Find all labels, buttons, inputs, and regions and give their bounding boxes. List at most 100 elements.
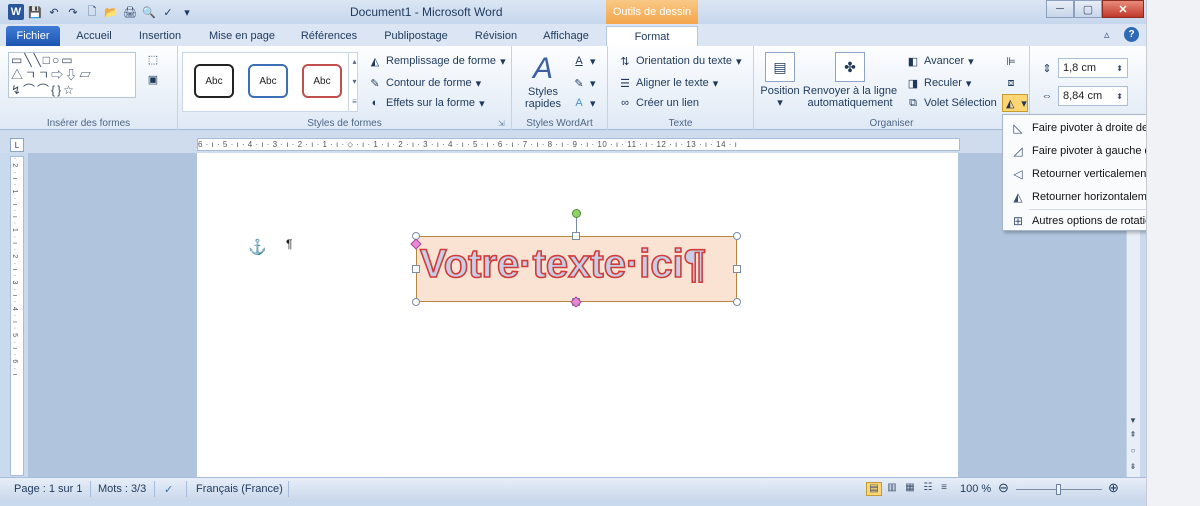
text-group: ⇅ Orientation du texte ▾ ☰ Aligner le text… bbox=[608, 46, 754, 130]
ribbon-tabs: Fichier Accueil Insertion Mise en page R… bbox=[0, 24, 1146, 46]
dialog-launcher-icon[interactable]: ⇲ bbox=[498, 119, 505, 128]
tab-publipostage[interactable]: Publipostage bbox=[376, 26, 456, 46]
scroll-down-button[interactable]: ▼ bbox=[1126, 416, 1140, 428]
link-icon: ∞ bbox=[621, 97, 629, 109]
shape-style-sample[interactable]: Abc bbox=[248, 64, 288, 98]
arrange-label: Organiser bbox=[869, 118, 914, 129]
vertical-ruler[interactable]: · 2 · ı · 1 · ı · ı · 1 · ı · 2 · ı · 3 … bbox=[10, 156, 24, 476]
word-logo-icon[interactable]: W bbox=[8, 4, 24, 20]
open-icon[interactable]: 📂 bbox=[103, 4, 119, 20]
status-separator bbox=[90, 481, 91, 497]
wordart-text[interactable]: Votre·texte·ici¶ bbox=[419, 241, 707, 287]
tab-accueil[interactable]: Accueil bbox=[66, 26, 122, 46]
close-button[interactable]: ✕ bbox=[1102, 0, 1144, 18]
web-layout-icon[interactable]: ▦ bbox=[902, 482, 918, 496]
shape-fill-button[interactable]: ◭ Remplissage de forme ▾ bbox=[368, 54, 506, 68]
resize-handle-top-right[interactable] bbox=[733, 232, 741, 240]
tab-references[interactable]: Références bbox=[294, 26, 364, 46]
rotate-button[interactable]: ◭ ▾ bbox=[1002, 94, 1028, 112]
send-backward-button[interactable]: ◨ Reculer ▾ bbox=[906, 76, 972, 90]
help-icon[interactable]: ? bbox=[1124, 27, 1139, 42]
paragraph-mark: ¶ bbox=[286, 237, 293, 251]
minimize-ribbon-icon[interactable]: ▵ bbox=[1104, 28, 1110, 41]
outline-view-icon[interactable]: ☷ bbox=[920, 482, 936, 496]
shape-style-sample[interactable]: Abc bbox=[194, 64, 234, 98]
align-text-button[interactable]: ☰ Aligner le texte ▾ bbox=[618, 76, 718, 90]
resize-handle-top[interactable] bbox=[572, 232, 580, 240]
rotate-right-icon: ◺ bbox=[1013, 121, 1023, 135]
language[interactable]: Français (France) bbox=[196, 483, 283, 495]
print-icon[interactable]: 🖨 bbox=[122, 4, 138, 20]
create-link-button[interactable]: ∞ Créer un lien bbox=[618, 96, 699, 110]
word-count[interactable]: Mots : 3/3 bbox=[98, 483, 146, 495]
draft-view-icon[interactable]: ≡ bbox=[936, 482, 952, 496]
shapes-row-2: △ㄱㄱ⇨⇩▱ bbox=[11, 68, 94, 82]
spelling-icon[interactable]: ✓ bbox=[160, 4, 176, 20]
arrange-group: ▤ Position ▾ ✤ Renvoyer à la ligne automa… bbox=[754, 46, 1030, 130]
tab-affichage[interactable]: Affichage bbox=[536, 26, 596, 46]
anchor-icon[interactable]: ⚓ bbox=[248, 238, 267, 256]
rotation-handle[interactable] bbox=[572, 209, 581, 218]
new-document-icon[interactable]: 🗋 bbox=[84, 4, 100, 20]
zoom-level[interactable]: 100 % bbox=[960, 483, 991, 495]
group-icon[interactable]: ⧈ bbox=[1004, 76, 1018, 90]
edit-shape-icon[interactable]: ⬚ bbox=[146, 52, 160, 66]
text-outline-icon[interactable]: ✎ ▾ bbox=[572, 76, 595, 90]
next-page-button[interactable]: ⇟ bbox=[1126, 462, 1140, 474]
print-layout-view-icon[interactable]: ▤ bbox=[866, 482, 882, 496]
redo-icon[interactable]: ↷ bbox=[65, 4, 81, 20]
text-fill-icon[interactable]: A ▾ bbox=[572, 54, 595, 68]
wordart-a-icon: A bbox=[532, 52, 553, 85]
shapes-gallery[interactable]: ▭╲╲□○▭ △ㄱㄱ⇨⇩▱ ↯⌒⌒{}☆ bbox=[8, 52, 136, 98]
gallery-scroll[interactable]: ▴ ▾ ≡ bbox=[348, 52, 360, 112]
undo-icon[interactable]: ↶ bbox=[46, 4, 62, 20]
status-bar: Page : 1 sur 1 Mots : 3/3 ✓ Français (Fr… bbox=[0, 477, 1146, 500]
customize-qat-icon[interactable]: ▾ bbox=[179, 4, 195, 20]
shape-outline-button[interactable]: ✎ Contour de forme ▾ bbox=[368, 76, 481, 90]
wrap-text-icon: ✤ bbox=[835, 52, 865, 82]
document-page[interactable] bbox=[197, 153, 958, 477]
full-screen-reading-icon[interactable]: ▥ bbox=[884, 482, 900, 496]
shapes-row-3: ↯⌒⌒{}☆ bbox=[11, 83, 76, 97]
quick-access-toolbar: W 💾 ↶ ↷ 🗋 📂 🖨 🔍 ✓ ▾ bbox=[8, 4, 195, 20]
tab-selector-button[interactable]: L bbox=[10, 138, 24, 152]
print-preview-icon[interactable]: 🔍 bbox=[141, 4, 157, 20]
resize-handle-bottom-left[interactable] bbox=[412, 298, 420, 306]
text-effects-icon[interactable]: A ▾ bbox=[572, 96, 595, 110]
rotation-options-icon: ⊞ bbox=[1012, 214, 1024, 228]
height-field[interactable]: 1,8 cm ⬍ bbox=[1058, 58, 1128, 78]
selection-pane-button[interactable]: ⧉ Volet Sélection bbox=[906, 96, 997, 110]
bring-forward-button[interactable]: ◧ Avancer ▾ bbox=[906, 54, 974, 68]
previous-page-button[interactable]: ⇞ bbox=[1126, 430, 1140, 442]
tab-format[interactable]: Format bbox=[606, 26, 698, 46]
tab-fichier[interactable]: Fichier bbox=[6, 26, 60, 46]
shape-effects-button[interactable]: ◐ Effets sur la forme ▾ bbox=[368, 96, 485, 110]
status-separator bbox=[186, 481, 187, 497]
align-icon[interactable]: ⊫ bbox=[1004, 54, 1018, 68]
zoom-in-icon[interactable]: ⊕ bbox=[1108, 480, 1119, 496]
text-direction-button[interactable]: ⇅ Orientation du texte ▾ bbox=[618, 54, 741, 68]
wordart-styles-group: A Styles rapides A ▾ ✎ ▾ A ▾ Styles WordArt bbox=[512, 46, 608, 130]
zoom-slider-thumb[interactable] bbox=[1056, 484, 1061, 495]
resize-handle-left[interactable] bbox=[412, 265, 420, 273]
maximize-button[interactable]: ▢ bbox=[1074, 0, 1102, 18]
zoom-out-icon[interactable]: ⊖ bbox=[998, 480, 1009, 496]
shape-style-sample[interactable]: Abc bbox=[302, 64, 342, 98]
wrap-text-button[interactable]: ✤ Renvoyer à la ligne automatiquement bbox=[788, 52, 912, 109]
horizontal-ruler[interactable]: 6 · ı · 5 · ı · 4 · ı · 3 · ı · 2 · ı · … bbox=[197, 138, 960, 151]
page-count[interactable]: Page : 1 sur 1 bbox=[14, 483, 83, 495]
tab-insertion[interactable]: Insertion bbox=[130, 26, 190, 46]
bring-forward-icon: ◧ bbox=[907, 55, 919, 68]
quick-styles-button[interactable]: A Styles rapides bbox=[518, 52, 568, 110]
resize-handle-bottom-right[interactable] bbox=[733, 298, 741, 306]
tab-revision[interactable]: Révision bbox=[466, 26, 526, 46]
browse-object-button[interactable]: ○ bbox=[1126, 446, 1140, 458]
draw-textbox-icon[interactable]: ▣ bbox=[146, 72, 160, 86]
width-field[interactable]: 8,84 cm ⬍ bbox=[1058, 86, 1128, 106]
ribbon: ▭╲╲□○▭ △ㄱㄱ⇨⇩▱ ↯⌒⌒{}☆ ⬚ ▣ Insérer des for… bbox=[0, 46, 1146, 130]
proofing-icon[interactable]: ✓ bbox=[164, 483, 173, 496]
tab-mise-en-page[interactable]: Mise en page bbox=[202, 26, 282, 46]
save-icon[interactable]: 💾 bbox=[27, 4, 43, 20]
minimize-button[interactable]: ─ bbox=[1046, 0, 1074, 18]
resize-handle-right[interactable] bbox=[733, 265, 741, 273]
